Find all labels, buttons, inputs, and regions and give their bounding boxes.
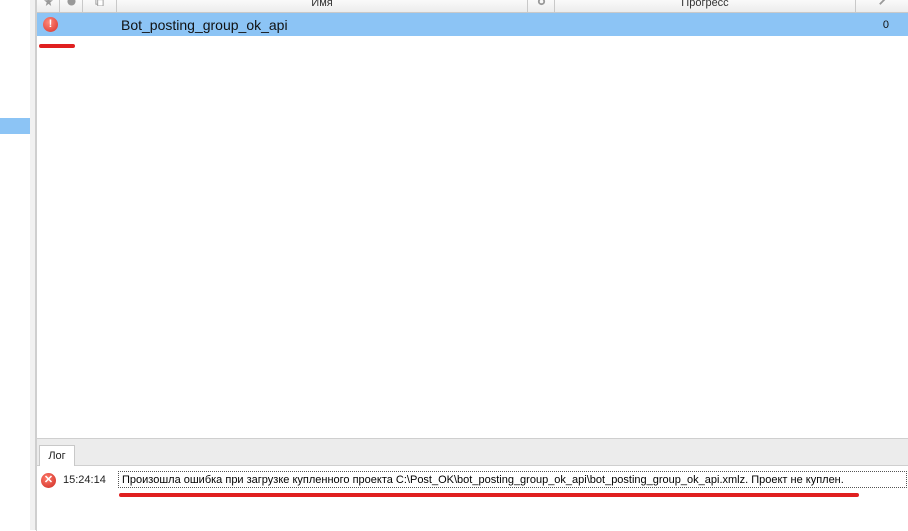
column-progress[interactable]: Прогресс	[555, 0, 856, 12]
table-row[interactable]: ! Bot_posting_group_ok_api 0	[37, 13, 908, 36]
gear-icon	[537, 0, 545, 6]
log-tabbar: Лог	[37, 439, 908, 466]
column-settings[interactable]	[528, 0, 555, 12]
column-pin[interactable]	[856, 0, 908, 12]
error-icon: ✕	[41, 473, 56, 488]
column-star[interactable]	[37, 0, 60, 12]
red-underline-annotation	[119, 493, 859, 497]
column-progress-label: Прогресс	[681, 0, 729, 9]
log-panel: Лог ✕ 15:24:14 Произошла ошибка при загр…	[36, 438, 908, 531]
copy-icon	[95, 0, 104, 6]
log-message[interactable]: Произошла ошибка при загрузке купленного…	[118, 471, 907, 488]
projects-grid: Имя Прогресс ! Bot_posting_group_ok_api …	[36, 0, 908, 438]
left-navigation-strip	[0, 0, 36, 530]
log-time: 15:24:14	[63, 474, 106, 486]
left-selected-item[interactable]	[0, 118, 30, 134]
project-count: 0	[882, 19, 889, 31]
star-icon	[43, 0, 53, 6]
column-name-label: Имя	[311, 0, 333, 9]
column-globe[interactable]	[60, 0, 83, 12]
tab-log[interactable]: Лог	[39, 445, 75, 466]
pin-icon	[878, 0, 885, 5]
red-underline-annotation	[39, 44, 75, 48]
project-name: Bot_posting_group_ok_api	[121, 17, 288, 33]
log-list: ✕ 15:24:14 Произошла ошибка при загрузке…	[37, 466, 908, 531]
error-icon: !	[43, 17, 58, 32]
column-name[interactable]: Имя	[117, 0, 528, 12]
grid-header: Имя Прогресс	[37, 0, 908, 13]
column-copy[interactable]	[83, 0, 117, 12]
globe-icon	[66, 0, 76, 6]
